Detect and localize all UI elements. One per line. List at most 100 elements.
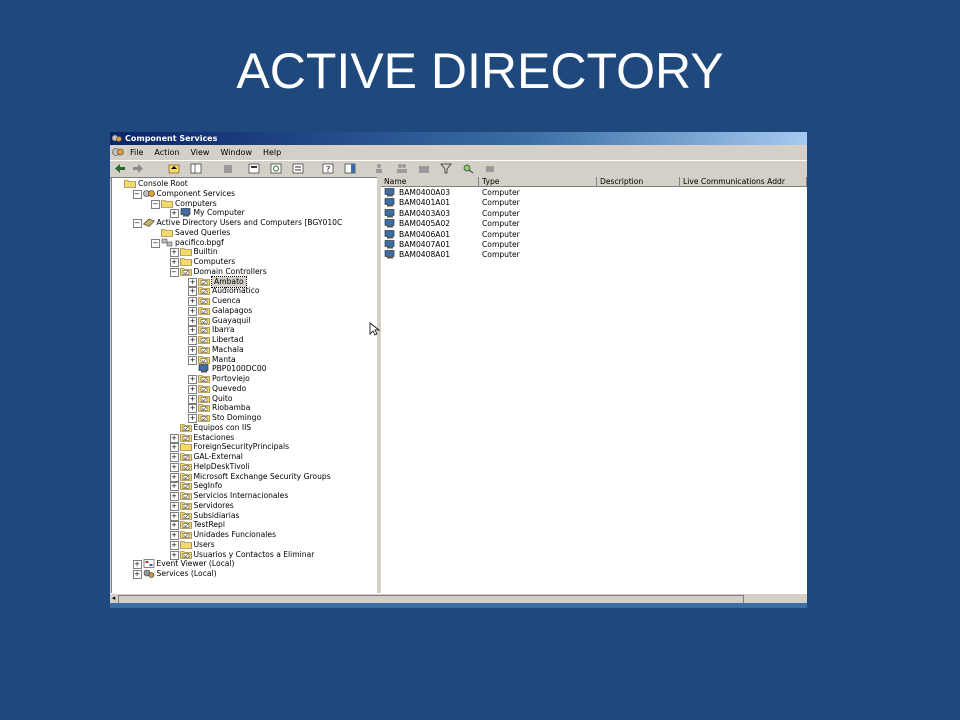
console-icon[interactable] <box>112 147 124 157</box>
menu-action[interactable]: Action <box>154 146 179 159</box>
tree-node[interactable]: Console Root <box>112 179 380 189</box>
expand-icon[interactable]: + <box>188 336 197 345</box>
tree-node[interactable]: + ForeignSecurityPrincipals <box>112 442 380 453</box>
expand-icon[interactable]: + <box>169 443 179 453</box>
expand-icon[interactable]: + <box>188 355 197 365</box>
tree-node[interactable]: + SegInfo <box>112 481 380 492</box>
expand-icon[interactable]: + <box>169 248 179 258</box>
tree-node[interactable]: + Subsidiarias <box>112 511 380 521</box>
expand-icon[interactable]: + <box>188 287 197 297</box>
menu-view[interactable]: View <box>190 146 209 159</box>
expand-icon[interactable]: + <box>169 540 179 550</box>
collapse-icon[interactable]: − <box>169 267 179 277</box>
expand-icon[interactable]: + <box>188 316 197 326</box>
expand-icon[interactable]: + <box>188 345 197 355</box>
export-list-icon[interactable] <box>292 163 304 174</box>
expand-icon[interactable]: + <box>188 326 197 336</box>
tree-node[interactable]: + Quito <box>112 394 380 404</box>
tree-node[interactable]: + Sto Domingo <box>112 413 380 423</box>
tree-node[interactable]: Saved Queries <box>112 228 380 238</box>
properties-icon[interactable] <box>248 163 260 174</box>
window-titlebar[interactable]: Component Services <box>110 132 807 145</box>
expand-icon[interactable]: + <box>169 453 179 462</box>
tree-node[interactable]: + Computers <box>112 257 380 267</box>
action-pane-icon[interactable] <box>344 163 356 174</box>
tree-node[interactable]: + Galapagos <box>112 306 380 316</box>
tree-node[interactable]: + TestRepl <box>112 520 380 531</box>
tree-node[interactable]: + Manta <box>112 355 380 365</box>
tree-node[interactable]: − Component Services <box>112 189 380 199</box>
tree-node[interactable]: + Servidores <box>112 501 380 511</box>
expand-icon[interactable]: + <box>132 560 142 570</box>
expand-icon[interactable]: + <box>169 258 179 267</box>
tree-node[interactable]: + Portoviejo <box>112 374 380 384</box>
expand-icon[interactable]: + <box>169 501 179 511</box>
tree-node[interactable]: + Machala <box>112 345 380 355</box>
tree-node[interactable]: + Ibarra <box>112 325 380 336</box>
back-arrow-icon[interactable] <box>114 163 126 174</box>
tree-node[interactable]: + My Computer <box>112 208 380 219</box>
tree-node[interactable]: + Servicios Internacionales <box>112 491 380 501</box>
expand-icon[interactable]: + <box>169 482 179 492</box>
new-ou-icon[interactable] <box>418 163 430 174</box>
expand-icon[interactable]: + <box>188 297 197 306</box>
list-item[interactable]: BAM0405A02 Computer <box>381 219 807 229</box>
expand-icon[interactable]: + <box>169 209 179 219</box>
collapse-icon[interactable]: − <box>151 199 160 209</box>
add-to-group-icon[interactable] <box>484 163 496 174</box>
menu-help[interactable]: Help <box>263 146 281 159</box>
tree-node[interactable]: + Event Viewer (Local) <box>112 559 380 570</box>
refresh-icon[interactable] <box>270 163 282 174</box>
list-item[interactable]: BAM0407A01 Computer <box>381 240 807 250</box>
scroll-left-arrow-icon[interactable]: ◂ <box>110 594 117 603</box>
expand-icon[interactable]: + <box>188 306 197 316</box>
tree-node[interactable]: − Active Directory Users and Computers [B… <box>112 218 380 228</box>
new-user-icon[interactable] <box>374 163 386 174</box>
tree-node[interactable]: + Quevedo <box>112 384 380 394</box>
expand-icon[interactable]: + <box>169 550 179 560</box>
tree-node[interactable]: + Microsoft Exchange Security Groups <box>112 472 380 482</box>
tree-node[interactable]: PBP0100DC00 <box>112 364 380 374</box>
tree-node[interactable]: + Unidades Funcionales <box>112 530 380 540</box>
expand-icon[interactable]: + <box>169 433 179 443</box>
tree-node[interactable]: + Builtin <box>112 247 380 258</box>
list-item[interactable]: BAM0408A01 Computer <box>381 250 807 260</box>
tree-node[interactable]: + Usuarios y Contactos a Eliminar <box>112 550 380 560</box>
delete-icon[interactable] <box>222 163 234 174</box>
column-header-name[interactable]: Name <box>381 177 479 187</box>
tree-node[interactable]: + Services (Local) <box>112 569 380 579</box>
expand-icon[interactable]: + <box>169 472 179 482</box>
list-item[interactable]: BAM0406A01 Computer <box>381 230 807 240</box>
help-icon[interactable]: ? <box>322 163 334 174</box>
tree-node[interactable]: + Estaciones <box>112 433 380 443</box>
expand-icon[interactable]: + <box>188 384 197 394</box>
expand-icon[interactable]: + <box>188 394 197 404</box>
tree-node[interactable]: − Computers <box>112 199 380 209</box>
show-tree-icon[interactable] <box>190 163 202 174</box>
tree-node[interactable]: + Audiomatico <box>112 286 380 297</box>
menu-window[interactable]: Window <box>220 146 252 159</box>
tree-node[interactable]: + Libertad <box>112 335 380 345</box>
expand-icon[interactable]: + <box>188 277 197 287</box>
tree-node[interactable]: − pacifico.bpgf <box>112 238 380 248</box>
expand-icon[interactable]: + <box>188 414 197 423</box>
tree-node[interactable]: + Guayaquil <box>112 316 380 326</box>
tree-node[interactable]: + Ambato <box>112 275 380 288</box>
expand-icon[interactable]: + <box>169 511 179 521</box>
up-folder-icon[interactable] <box>168 163 180 174</box>
expand-icon[interactable]: + <box>188 404 197 414</box>
tree-node[interactable]: − Domain Controllers <box>112 267 380 277</box>
column-header-type[interactable]: Type <box>479 177 597 187</box>
menu-file[interactable]: File <box>130 146 143 159</box>
forward-arrow-icon[interactable] <box>132 163 144 174</box>
find-icon[interactable] <box>462 163 474 174</box>
collapse-icon[interactable]: − <box>132 189 142 199</box>
tree-node[interactable]: + Cuenca <box>112 296 380 306</box>
tree-node[interactable]: + Riobamba <box>112 403 380 414</box>
filter-icon[interactable] <box>440 163 452 174</box>
expand-icon[interactable]: + <box>169 521 179 531</box>
list-item[interactable]: BAM0403A03 Computer <box>381 209 807 219</box>
list-item[interactable]: BAM0400A03 Computer <box>381 188 807 198</box>
expand-icon[interactable]: + <box>169 531 179 540</box>
collapse-icon[interactable]: − <box>151 238 160 248</box>
